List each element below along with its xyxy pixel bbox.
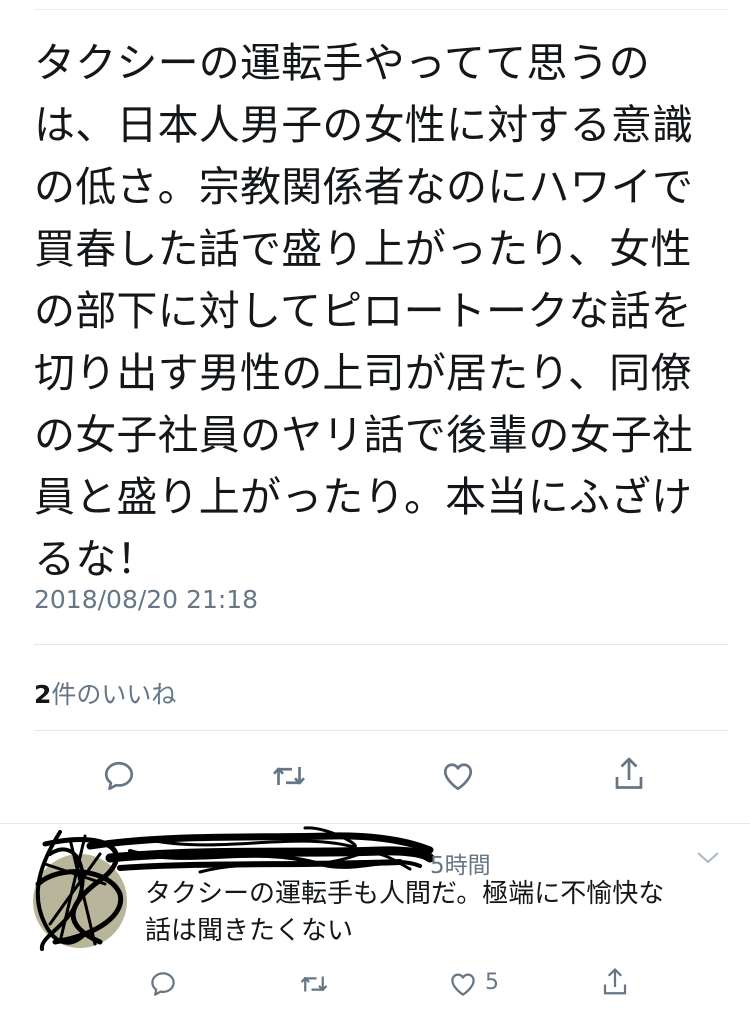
reply-like-count: 5 bbox=[485, 970, 499, 995]
reply-share-button[interactable] bbox=[597, 964, 633, 1000]
likes-summary[interactable]: 2件のいいね bbox=[34, 675, 176, 711]
caret-button[interactable] bbox=[695, 848, 721, 870]
reply-text: タクシーの運転手も人間だ。極端に不愉快な 話は聞きたくない bbox=[145, 879, 665, 946]
reply-retweet-button[interactable] bbox=[296, 966, 332, 1002]
likes-label: 件のいいね bbox=[51, 680, 177, 709]
reply-time: 5時間 bbox=[430, 853, 491, 879]
share-button[interactable] bbox=[607, 752, 651, 796]
like-button[interactable] bbox=[436, 754, 480, 798]
reply-icon bbox=[151, 972, 175, 996]
reply-action-bar bbox=[0, 964, 750, 1004]
retweet-icon bbox=[300, 976, 328, 992]
tweet-action-bar bbox=[0, 752, 750, 804]
tweet-text: タクシーの運転手やってて思うの は、日本人男子の女性に対する意識 の低さ。宗教関… bbox=[34, 39, 694, 583]
top-divider bbox=[34, 9, 728, 10]
retweet-button[interactable] bbox=[267, 754, 311, 798]
tweet-timestamp: 2018/08/20 21:18 bbox=[34, 585, 259, 614]
chevron-down-icon bbox=[697, 852, 719, 863]
like-icon bbox=[443, 763, 473, 791]
share-icon bbox=[615, 757, 643, 789]
share-icon bbox=[603, 968, 627, 995]
reply-icon bbox=[104, 761, 134, 791]
likes-count: 2 bbox=[34, 680, 52, 709]
reply-like-button[interactable] bbox=[445, 966, 481, 1002]
reply-button[interactable] bbox=[97, 754, 141, 798]
reply-tweet[interactable]: 5時間 タクシーの運転手も人間だ。極端に不愉快な 話は聞きたくない 5 bbox=[0, 824, 750, 1017]
retweet-icon bbox=[273, 767, 305, 785]
like-icon bbox=[451, 973, 475, 996]
reply-reply-button[interactable] bbox=[145, 966, 181, 1002]
divider bbox=[34, 644, 728, 645]
divider bbox=[34, 730, 728, 731]
